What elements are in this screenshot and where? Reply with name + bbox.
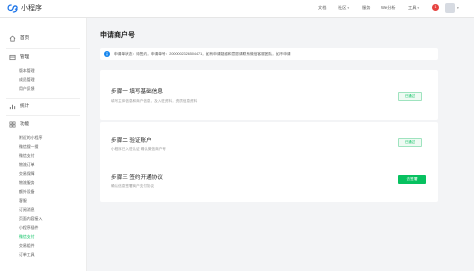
sidebar-item-subscribe[interactable]: 订阅消息 <box>19 207 35 212</box>
sidebar-item-nearby[interactable]: 附近的小程序 <box>19 135 42 140</box>
step-description: 填写主体信息和商户信息，及入驻资料，资质信息资料 <box>111 99 198 103</box>
sidebar-item-wechat-pay[interactable]: 微信支付 <box>19 153 35 158</box>
step-title: 步骤二 验证账户 <box>111 138 152 144</box>
sidebar-item-plugins[interactable]: 小程序插件 <box>19 225 38 230</box>
chevron-down-icon[interactable]: ▾ <box>457 6 459 10</box>
sidebar-section-function[interactable]: 功能 <box>0 118 86 130</box>
divider <box>6 98 80 99</box>
sidebar-item-search[interactable]: 微信搜一搜 <box>19 144 38 149</box>
function-icon <box>9 121 16 127</box>
step-description: 确认信息签署商户支付协议 <box>111 184 155 188</box>
sidebar-section-manage[interactable]: 管理 <box>0 51 86 63</box>
sidebar-item-content[interactable]: 页面内容接入 <box>19 216 42 221</box>
avatar[interactable] <box>445 3 455 13</box>
status-badge: 已通过 <box>398 138 422 147</box>
sidebar-item-order-tools[interactable]: 订单工具 <box>19 252 35 257</box>
notification-badge[interactable]: 1 <box>432 4 439 11</box>
home-icon <box>9 35 16 41</box>
step-title: 步骤三 签约开通协议 <box>111 175 163 181</box>
sidebar-section-stats[interactable]: 统计 <box>0 100 86 112</box>
sidebar-item-trade-guarantee[interactable]: 交易保障 <box>19 171 35 176</box>
info-icon <box>104 51 110 57</box>
nav-services[interactable]: 服务 <box>362 5 370 11</box>
step-card: 步骤一 填写基础信息 填写主体信息和商户信息，及入驻资料，资质信息资料 已通过 <box>100 70 438 120</box>
sidebar-item-feedback[interactable]: 用户反馈 <box>19 86 35 91</box>
chevron-down-icon: ▾ <box>417 6 420 10</box>
sidebar-item-logistics-order[interactable]: 物流订单 <box>19 162 35 167</box>
divider <box>6 115 80 116</box>
manage-icon <box>9 54 16 60</box>
sidebar-item-members[interactable]: 成员管理 <box>19 77 35 82</box>
status-notice: 申请单状态：待签约，申请单号：2000002326504471，如有申请疑惑和意… <box>100 48 438 60</box>
logo[interactable]: 小程序 <box>7 3 42 14</box>
chevron-down-icon: ▾ <box>347 6 350 10</box>
sidebar: 首页 管理 版本管理 成员管理 用户反馈 统计 功能 附近的小程序 微信搜一搜 … <box>0 18 87 271</box>
sidebar-section-label: 首页 <box>20 35 30 40</box>
nav-docs[interactable]: 文档 <box>318 5 326 11</box>
logo-icon <box>7 4 18 13</box>
sidebar-section-label: 统计 <box>20 103 30 108</box>
sidebar-section-label: 功能 <box>20 121 30 126</box>
sidebar-item-trade-component[interactable]: 交易组件 <box>19 243 35 248</box>
page-title: 申请商户号 <box>100 32 135 39</box>
notice-text: 申请单状态：待签约，申请单号：2000002326504471，如有申请疑惑和意… <box>114 51 291 56</box>
sidebar-item-wechat-pay-active[interactable]: 微信支付 <box>19 234 35 239</box>
sidebar-item-customer-service[interactable]: 客服 <box>19 198 27 203</box>
status-badge: 已通过 <box>398 92 422 101</box>
sign-agreement-button[interactable]: 去签署 <box>398 175 426 184</box>
sidebar-item-devices[interactable]: 额外设备 <box>19 189 35 194</box>
step-description: 小程序已入驻认证 确认微信商户号 <box>111 147 166 151</box>
nav-tools[interactable]: 工具▾ <box>408 5 419 11</box>
nav-we-analysis[interactable]: We分析 <box>381 5 396 11</box>
app-name: 小程序 <box>21 5 42 12</box>
sidebar-item-version[interactable]: 版本管理 <box>19 68 35 73</box>
step-card: 步骤三 签约开通协议 确认信息签署商户支付协议 去签署 <box>100 158 438 202</box>
sidebar-item-logistics-service[interactable]: 物流服务 <box>19 180 35 185</box>
sidebar-item-home[interactable]: 首页 <box>0 32 86 44</box>
stats-icon <box>9 104 16 109</box>
main-content: 申请商户号 申请单状态：待签约，申请单号：2000002326504471，如有… <box>86 18 474 271</box>
sidebar-section-label: 管理 <box>20 54 30 59</box>
top-bar: 小程序 文档 社区▾ 服务 We分析 工具▾ 1 ▾ <box>0 0 474 18</box>
divider <box>6 48 80 49</box>
step-title: 步骤一 填写基础信息 <box>111 89 163 95</box>
nav-community[interactable]: 社区▾ <box>338 5 349 11</box>
